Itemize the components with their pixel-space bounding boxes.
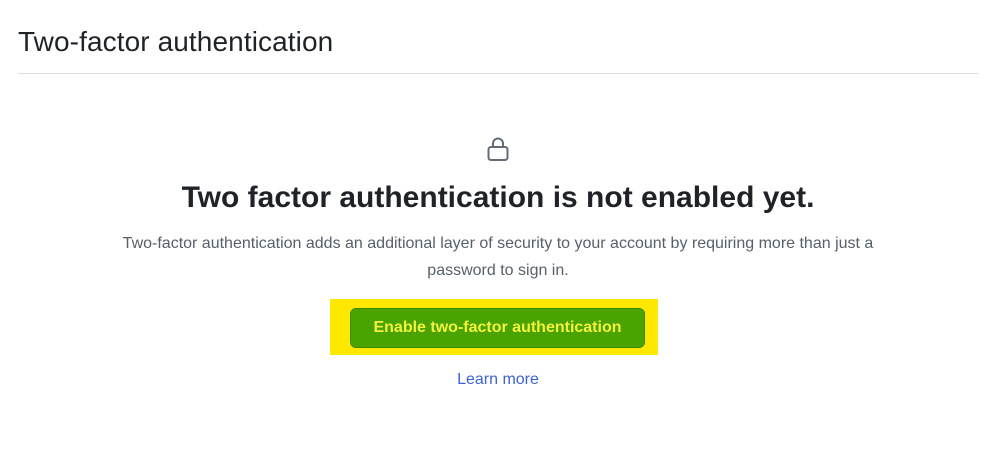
description-line-2: password to sign in.	[427, 262, 569, 279]
page-title: Two-factor authentication	[18, 26, 334, 57]
learn-more-link[interactable]: Learn more	[0, 371, 996, 389]
page-header: Two-factor authentication	[18, 0, 978, 74]
enable-two-factor-button[interactable]: Enable two-factor authentication	[350, 308, 645, 348]
lock-icon	[487, 137, 509, 161]
blankslate-heading: Two factor authentication is not enabled…	[181, 181, 815, 214]
blankslate-description: Two-factor authentication adds an additi…	[0, 230, 996, 284]
description-line-1: Two-factor authentication adds an additi…	[122, 235, 874, 252]
page: Two-factor authentication Two factor aut…	[0, 0, 1008, 475]
